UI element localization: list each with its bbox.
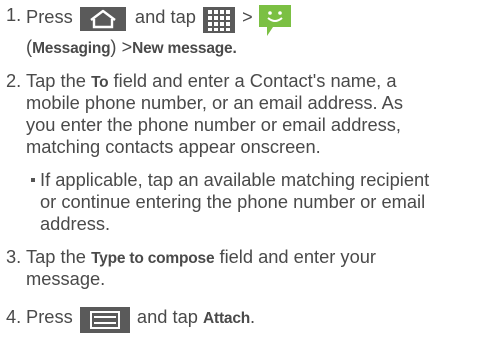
new-message-label: New message. [132,40,237,57]
step-text: message. [26,268,106,289]
apps-grid-icon [203,6,236,33]
step-text: field and enter your [219,246,376,267]
bullet-icon [31,177,35,182]
step-text: Press [26,5,73,27]
step-text: address. [40,213,111,234]
period: . [250,306,256,327]
menu-icon [79,307,130,334]
home-icon [79,7,126,31]
step-text: Press [26,306,73,327]
type-to-compose-label: Type to compose [91,250,215,267]
step-text: field and enter a Contact's name, a [113,70,397,91]
step-number: 2. [6,70,22,91]
step-number: 3. [6,246,22,267]
step-text: and tap [134,5,196,27]
to-field-label: To [91,74,109,91]
step-text: Tap the [26,70,86,91]
messaging-icon [258,4,292,38]
step-text: mobile phone number, or an email address… [26,92,404,113]
step-text: or continue entering the phone number or… [40,191,426,212]
step-number: 4. [6,306,22,327]
attach-label: Attach [203,310,251,327]
messaging-label: Messaging [32,40,111,57]
paren: ) [110,36,117,57]
step-text: you enter the phone number or email addr… [26,114,401,135]
step-text: and tap [136,306,198,327]
instructions-page: 1. Press and tap > (Messaging) >New mess… [0,0,479,342]
step-text: Tap the [26,246,86,267]
step-text: If applicable, tap an available matching… [40,169,430,190]
chevron-separator: > [242,6,253,27]
chevron-separator: > [121,37,133,57]
step-text: matching contacts appear onscreen. [26,136,321,157]
step-number: 1. [6,4,22,25]
